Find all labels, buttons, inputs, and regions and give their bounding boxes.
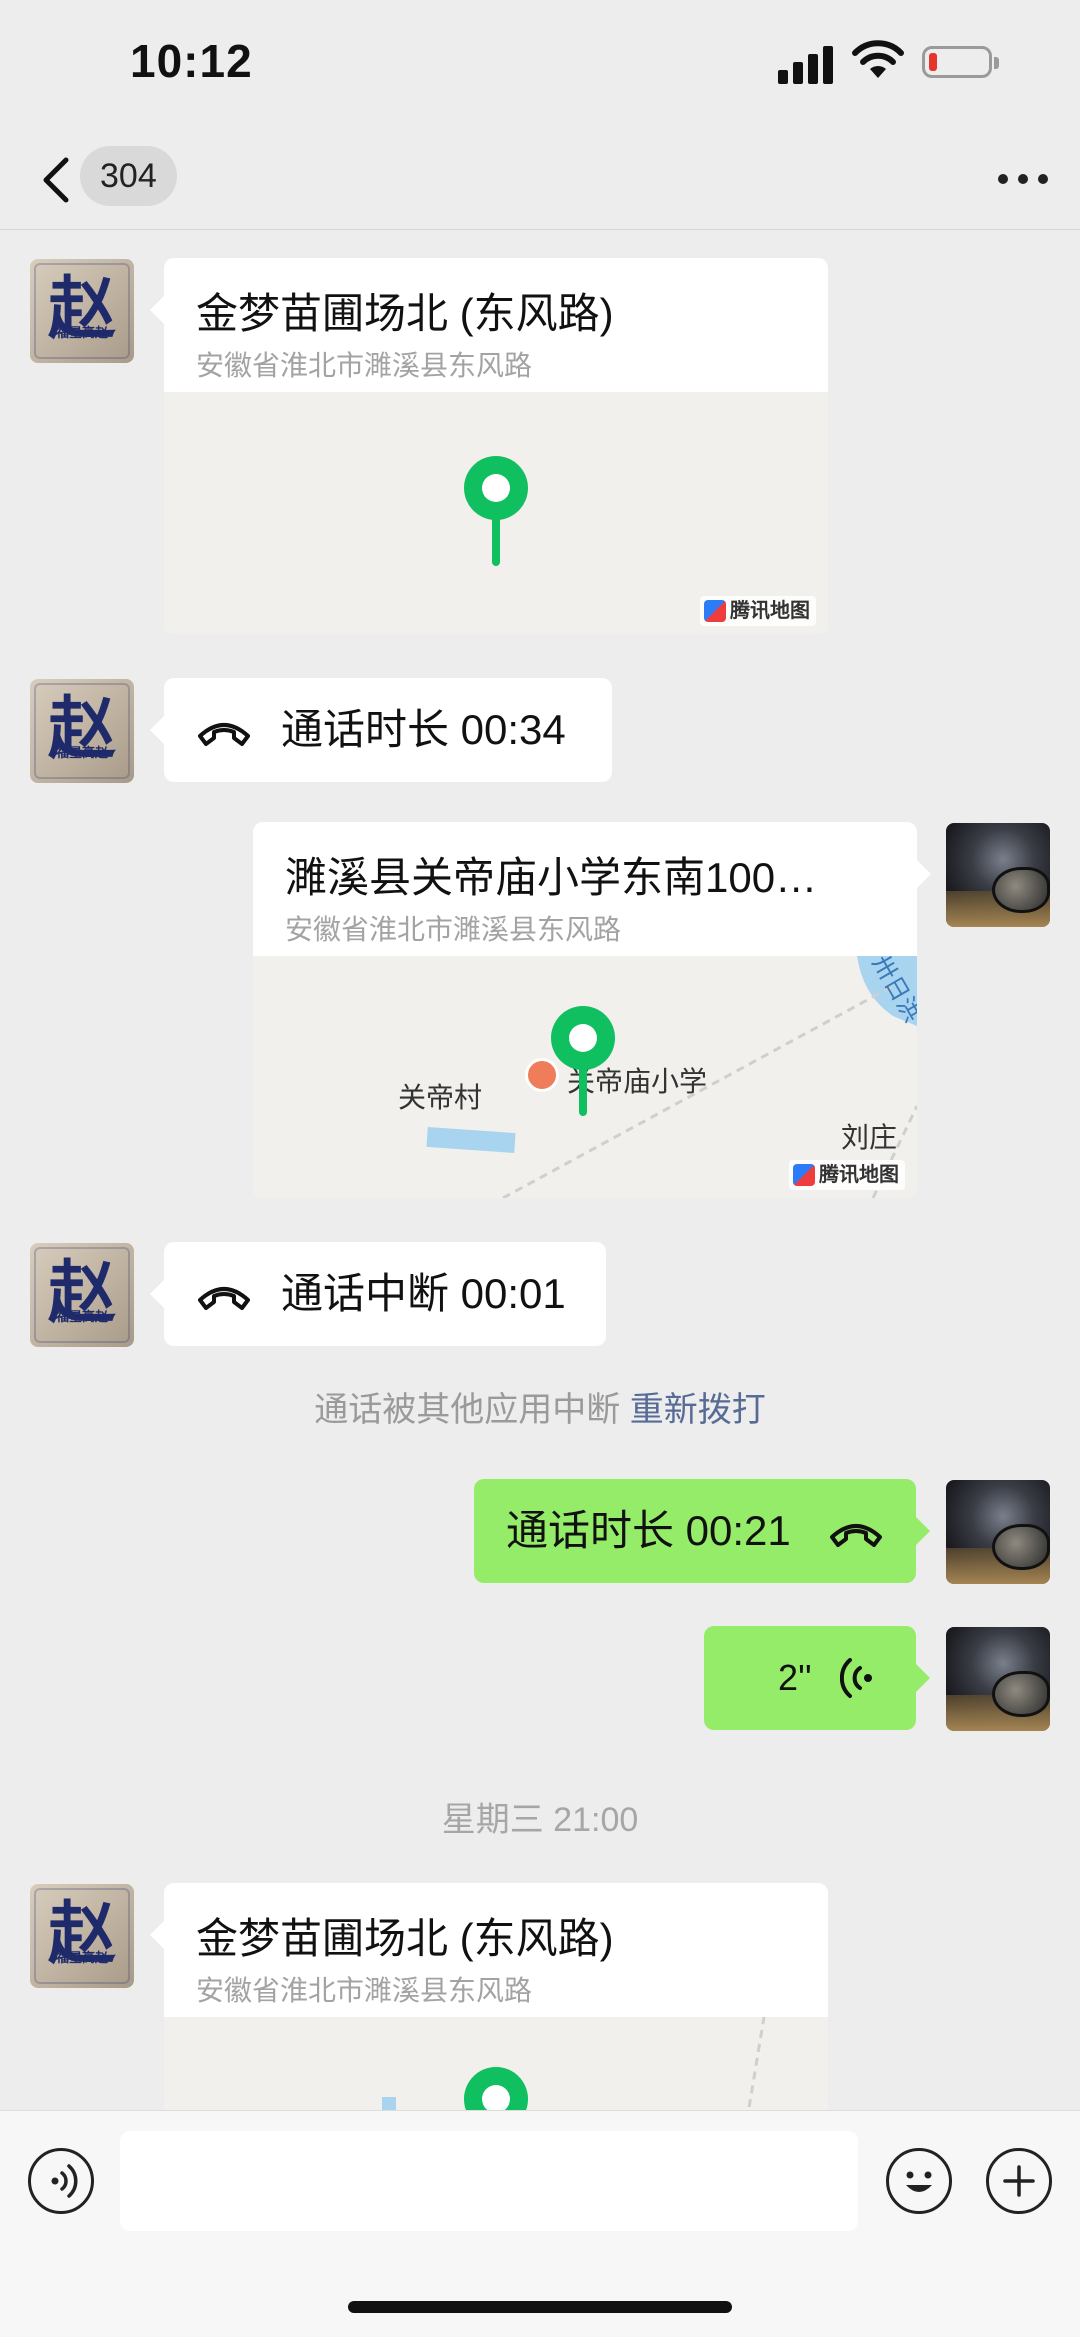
system-notice: 通话被其他应用中断 重新拨打 xyxy=(0,1382,1080,1431)
battery-icon xyxy=(922,46,999,78)
tencent-map-icon xyxy=(704,600,726,622)
contact-avatar[interactable]: 赵 福星高赵 xyxy=(30,259,134,363)
call-record-bubble[interactable]: 通话中断 00:01 xyxy=(150,1242,606,1346)
plus-icon[interactable] xyxy=(986,2148,1052,2214)
call-record-bubble[interactable]: 通话时长 00:21 xyxy=(474,1479,930,1583)
time-separator: 星期三 21:00 xyxy=(441,1801,639,1839)
message-input[interactable] xyxy=(120,2131,858,2231)
tencent-map-icon xyxy=(793,1164,815,1186)
map-pin-icon xyxy=(551,1006,615,1116)
my-avatar[interactable] xyxy=(946,1627,1050,1731)
unread-count-badge[interactable]: 304 xyxy=(80,146,177,206)
location-title: 金梦苗圃场北 (东风路) xyxy=(196,1915,614,1962)
call-duration-text: 通话时长 00:34 xyxy=(281,706,566,753)
phone-icon xyxy=(198,1287,250,1310)
emoji-icon[interactable] xyxy=(886,2148,952,2214)
redial-link[interactable]: 重新拨打 xyxy=(630,1391,766,1429)
status-time: 10:12 xyxy=(130,35,253,87)
map-preview: 腾讯地图 xyxy=(164,392,828,634)
location-address: 安徽省淮北市濉溪县东风路 xyxy=(285,914,622,945)
location-address: 安徽省淮北市濉溪县东风路 xyxy=(196,350,533,381)
voice-message-bubble[interactable]: 2'' xyxy=(704,1626,930,1730)
chat-area[interactable]: 赵 福星高赵 金梦苗圃场北 (东风路) 安徽省淮北市濉溪县东风路 腾讯地图 赵 … xyxy=(0,230,1080,2110)
map-preview: 卅日洪 关帝村 关帝庙小学 刘庄 腾讯地图 xyxy=(253,956,917,1198)
location-title: 金梦苗圃场北 (东风路) xyxy=(196,290,614,337)
phone-icon xyxy=(830,1524,882,1547)
wifi-icon xyxy=(852,40,904,78)
my-avatar[interactable] xyxy=(946,823,1050,927)
status-bar: 10:12 xyxy=(0,0,1080,130)
map-label-village2: 刘庄 xyxy=(841,1122,898,1153)
location-card[interactable]: 濉溪县关帝庙小学东南100… 安徽省淮北市濉溪县东风路 卅日洪 关帝村 关帝庙小… xyxy=(253,822,931,1198)
contact-avatar[interactable]: 赵 福星高赵 xyxy=(30,1243,134,1347)
map-provider-logo: 腾讯地图 xyxy=(700,596,816,626)
map-provider-logo: 腾讯地图 xyxy=(789,1160,905,1190)
contact-avatar[interactable]: 赵 福星高赵 xyxy=(30,679,134,783)
location-card[interactable]: 金梦苗圃场北 (东风路) 安徽省淮北市濉溪县东风路 腾讯地图 xyxy=(150,258,828,634)
call-duration-text: 通话时长 00:21 xyxy=(506,1507,791,1554)
location-card[interactable]: 金梦苗圃场北 (东风路) 安徽省淮北市濉溪县东风路 xyxy=(150,1883,828,2110)
contact-avatar[interactable]: 赵 福星高赵 xyxy=(30,1884,134,1988)
phone-icon xyxy=(198,723,250,746)
notice-text: 通话被其他应用中断 xyxy=(314,1391,621,1429)
cellular-signal-icon xyxy=(778,44,834,84)
location-address: 安徽省淮北市濉溪县东风路 xyxy=(196,1975,533,2006)
voice-input-icon[interactable] xyxy=(28,2148,94,2214)
map-preview xyxy=(164,2017,828,2110)
location-title: 濉溪县关帝庙小学东南100… xyxy=(285,854,818,901)
map-pin-icon xyxy=(464,456,528,566)
map-pin-icon xyxy=(464,2067,528,2110)
back-icon[interactable] xyxy=(38,154,74,206)
call-record-bubble[interactable]: 通话时长 00:34 xyxy=(150,678,612,782)
home-indicator[interactable] xyxy=(348,2301,732,2313)
my-avatar[interactable] xyxy=(946,1480,1050,1584)
call-duration-text: 通话中断 00:01 xyxy=(281,1270,566,1317)
map-label-village: 关帝村 xyxy=(398,1082,483,1113)
nav-bar: 304 xyxy=(0,130,1080,230)
more-icon[interactable] xyxy=(996,160,1050,196)
voice-duration: 2'' xyxy=(778,1657,812,1698)
voice-wave-icon xyxy=(840,1658,872,1698)
